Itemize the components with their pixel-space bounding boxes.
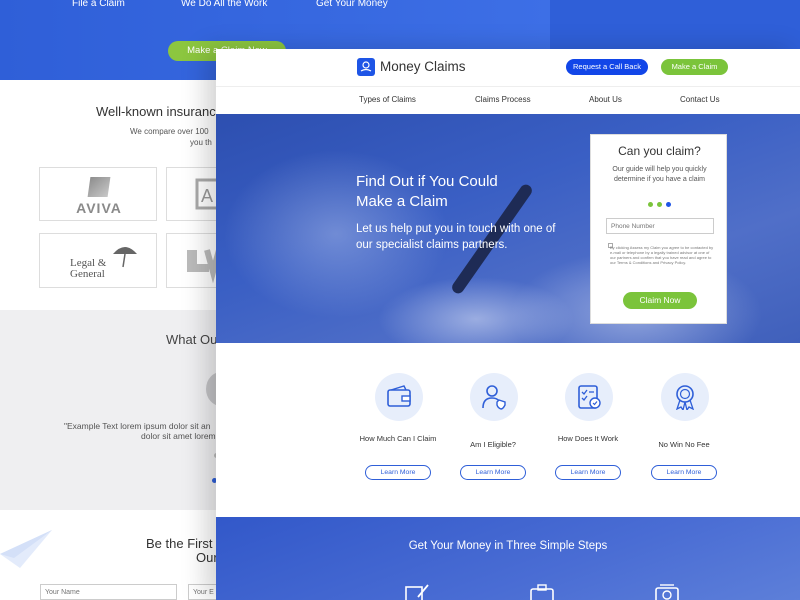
feature-label: Am I Eligible? [470,440,516,449]
hero-title-2: Make a Claim [356,193,448,210]
claim-form-card: Can you claim? Our guide will help you q… [590,134,727,324]
hero-text: Let us help put you in touch with one of… [356,223,556,251]
main-nav: Types of Claims Claims Process About Us … [216,87,800,114]
signup-title: Be the First [146,536,213,551]
nav-claims-process[interactable]: Claims Process [475,95,531,104]
feature-label: How Much Can I Claim [359,434,437,443]
back-link-work[interactable]: We Do All the Work [181,0,267,9]
umbrella-icon [113,247,137,268]
features-section: How Much Can I Claim Learn More Am I Eli… [216,343,800,517]
steps-section: Get Your Money in Three Simple Steps [216,517,800,600]
award-ribbon-icon [661,373,709,421]
foreground-page: Money Claims Request a Call Back Make a … [216,49,800,600]
learn-more-button[interactable]: Learn More [651,465,717,480]
svg-text:A: A [201,186,213,206]
money-claims-logo-icon[interactable] [357,58,375,76]
user-shield-icon [470,373,518,421]
aviva-logo-card: AVIVA [39,167,157,221]
step-dot-active [666,202,671,207]
testimonials-title: What Ou [166,332,218,347]
claim-form-description: Our guide will help you quickly determin… [612,166,707,183]
insurers-subtitle: We compare over 100 [130,127,209,136]
testimonial-quote-2: dolor sit amet lorem [141,431,216,441]
insurers-subtitle-2: you th [190,138,212,147]
steps-title: Get Your Money in Three Simple Steps [408,540,608,552]
legal-general-logo-text: Legal & General [70,258,106,280]
aviva-mark-icon [87,177,111,197]
nav-about-us[interactable]: About Us [589,95,622,104]
document-pen-icon [405,584,429,600]
site-header: Money Claims Request a Call Back Make a … [216,49,800,87]
aviva-logo-text: AVIVA [76,200,122,216]
wallet-icon [375,373,423,421]
make-a-claim-button[interactable]: Make a Claim [661,59,728,75]
lg-line-2: General [70,268,105,280]
briefcase-icon [530,584,554,600]
money-icon [655,584,679,600]
nav-types-of-claims[interactable]: Types of Claims [359,95,416,104]
step-indicator [591,194,728,212]
learn-more-button[interactable]: Learn More [460,465,526,480]
step-dot [657,202,662,207]
insurers-title: Well-known insuranc [96,104,216,119]
signup-title-2: Our [196,550,218,565]
learn-more-button[interactable]: Learn More [365,465,431,480]
legal-general-logo-card: Legal & General [39,233,157,288]
hero-section: Find Out if You Could Make a Claim Let u… [216,114,800,343]
learn-more-button[interactable]: Learn More [555,465,621,480]
request-call-back-button[interactable]: Request a Call Back [566,59,648,75]
name-field[interactable] [40,584,177,600]
feature-label: How Does It Work [557,434,619,443]
testimonial-quote: "Example Text lorem ipsum dolor sit an [64,421,211,431]
back-link-file-claim[interactable]: File a Claim [72,0,125,9]
claim-form-title: Can you claim? [618,144,701,158]
nav-contact-us[interactable]: Contact Us [680,95,720,104]
checklist-icon [565,373,613,421]
step-dot [648,202,653,207]
phone-number-input[interactable] [606,218,714,234]
feature-label: No Win No Fee [658,440,710,449]
logo-text[interactable]: Money Claims [380,59,466,74]
back-link-money[interactable]: Get Your Money [316,0,388,9]
consent-text: By clicking Assess my Claim you agree to… [610,245,714,265]
paper-plane-icon [0,530,52,568]
claim-now-button[interactable]: Claim Now [623,292,697,309]
hero-title: Find Out if You Could [356,173,498,190]
